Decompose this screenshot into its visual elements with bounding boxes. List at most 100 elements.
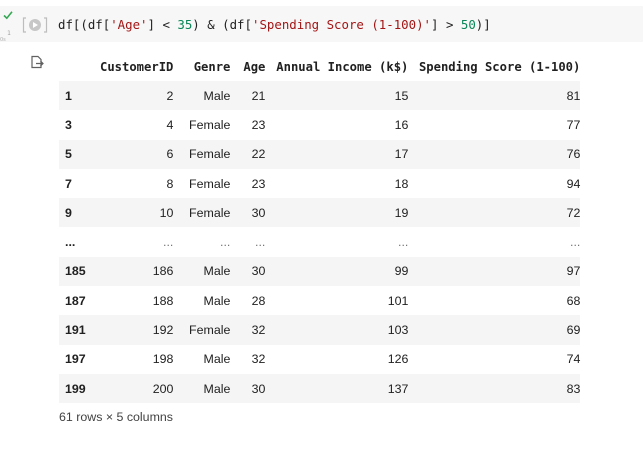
dataframe-table: CustomerID Genre Age Annual Income (k$) …: [59, 52, 581, 404]
cell-spending-score: 68: [566, 293, 581, 308]
code-string-token: 'Spending Score (1-100)': [251, 17, 432, 32]
code-editor-line[interactable]: df[(df['Age'] < 35) & (df['Spending Scor…: [58, 17, 491, 33]
check-icon: [3, 11, 13, 20]
dataframe-shape-note: 61 rows × 5 columns: [59, 410, 173, 424]
table-row: 5 6 Female 22 17 76: [59, 139, 581, 169]
cell-annual-income: 15: [394, 88, 409, 103]
code-token: ) & (df[: [192, 17, 252, 32]
cell-age: 23: [251, 176, 266, 191]
cell-genre: Male: [203, 88, 231, 103]
cell-customerid: 2: [166, 88, 174, 103]
cell-age: 32: [251, 323, 266, 338]
run-cell-button[interactable]: [22, 16, 48, 34]
cell-annual-income: 126: [387, 352, 409, 367]
cell-age: 21: [251, 88, 266, 103]
cell-spending-score: 77: [566, 117, 581, 132]
table-row: 9 10 Female 30 19 72: [59, 198, 581, 228]
cell-spending-score: 97: [566, 264, 581, 279]
cell-spending-score: 74: [566, 352, 581, 367]
cell-customerid: 8: [166, 176, 174, 191]
cell-spending-score: 72: [566, 205, 581, 220]
cell-customerid: 4: [166, 117, 174, 132]
table-row: 191 192 Female 32 103 69: [59, 315, 581, 345]
table-row: 185 186 Male 30 99 97: [59, 256, 581, 287]
cell-spending-score: 81: [566, 88, 581, 103]
cell-customerid: 10: [159, 205, 174, 220]
cell-genre: Female: [189, 147, 231, 162]
cell-age: 32: [251, 352, 266, 367]
code-token: ] >: [431, 17, 461, 32]
execution-time: 0s: [0, 37, 6, 43]
cell-age: 28: [251, 293, 266, 308]
code-number-token: 50: [460, 17, 476, 32]
row-index: 191: [65, 323, 86, 338]
index-header: [59, 52, 100, 81]
cell-genre: Male: [203, 352, 231, 367]
cell-customerid: ...: [163, 235, 174, 250]
code-string-token: 'Age': [110, 17, 148, 32]
cell-age: 23: [251, 117, 266, 132]
cell-genre: Male: [203, 264, 231, 279]
table-row-ellipsis: ... ... ... ... ... ...: [59, 227, 580, 256]
code-cell[interactable]: 1 0s df[(df['Age'] < 35) & (df['Spending…: [0, 6, 643, 43]
output-actions-icon[interactable]: [30, 55, 44, 69]
table-row: 187 188 Male 28 101 68: [59, 286, 580, 315]
cell-annual-income: ...: [398, 235, 409, 250]
cell-spending-score: 83: [566, 381, 581, 396]
table-row: 3 4 Female 23 16 77: [59, 110, 580, 139]
cell-annual-income: 16: [394, 117, 409, 132]
cell-customerid: 186: [152, 264, 174, 279]
cell-genre: Female: [189, 205, 231, 220]
row-index: 7: [65, 176, 72, 191]
row-index: 187: [65, 293, 86, 308]
cell-customerid: 188: [152, 293, 174, 308]
column-header-customerid: CustomerID: [100, 59, 174, 74]
cell-age: 30: [251, 264, 266, 279]
cell-genre: ...: [220, 235, 231, 250]
row-index: 197: [65, 352, 86, 367]
cell-annual-income: 17: [394, 147, 409, 162]
cell-genre: Female: [189, 323, 231, 338]
cell-age: ...: [255, 235, 266, 250]
column-header-age: Age: [243, 59, 266, 74]
row-index: ...: [65, 235, 76, 250]
cell-spending-score: 69: [566, 323, 581, 338]
cell-genre: Male: [203, 381, 231, 396]
column-header-genre: Genre: [193, 59, 231, 74]
code-number-token: 35: [177, 17, 193, 32]
cell-genre: Female: [189, 176, 231, 191]
row-index: 1: [65, 88, 72, 103]
cell-spending-score: ...: [570, 235, 581, 250]
cell-customerid: 192: [152, 323, 174, 338]
run-bracket-icon: [22, 17, 48, 33]
cell-genre: Male: [203, 293, 231, 308]
code-token: ] <: [147, 17, 178, 32]
row-index: 5: [65, 147, 72, 162]
cell-genre: Female: [189, 117, 231, 132]
row-index: 3: [65, 117, 72, 132]
code-token: df[(df[: [58, 17, 111, 32]
table-header-row: CustomerID Genre Age Annual Income (k$) …: [59, 52, 580, 81]
run-status-gutter: 1 0s: [0, 6, 22, 43]
cell-annual-income: 101: [387, 293, 409, 308]
cell-spending-score: 94: [566, 176, 581, 191]
cell-annual-income: 19: [394, 205, 409, 220]
cell-annual-income: 18: [394, 176, 409, 191]
cell-annual-income: 137: [387, 381, 409, 396]
code-token: )]: [475, 17, 491, 32]
cell-age: 30: [251, 205, 266, 220]
table-row: 7 8 Female 23 18 94: [59, 169, 580, 198]
row-index: 185: [65, 264, 86, 279]
table-row: 1 2 Male 21 15 81: [59, 81, 581, 111]
table-row: 197 198 Male 32 126 74: [59, 345, 580, 374]
column-header-annual-income: Annual Income (k$): [276, 59, 409, 74]
table-row: 199 200 Male 30 137 83: [59, 373, 581, 404]
row-index: 9: [65, 205, 72, 220]
cell-annual-income: 103: [387, 323, 409, 338]
column-header-spending-score: Spending Score (1-100): [418, 59, 581, 74]
cell-age: 22: [251, 147, 266, 162]
cell-customerid: 200: [152, 381, 174, 396]
cell-age: 30: [251, 381, 266, 396]
execution-count: 1: [7, 30, 11, 37]
cell-customerid: 198: [152, 352, 174, 367]
